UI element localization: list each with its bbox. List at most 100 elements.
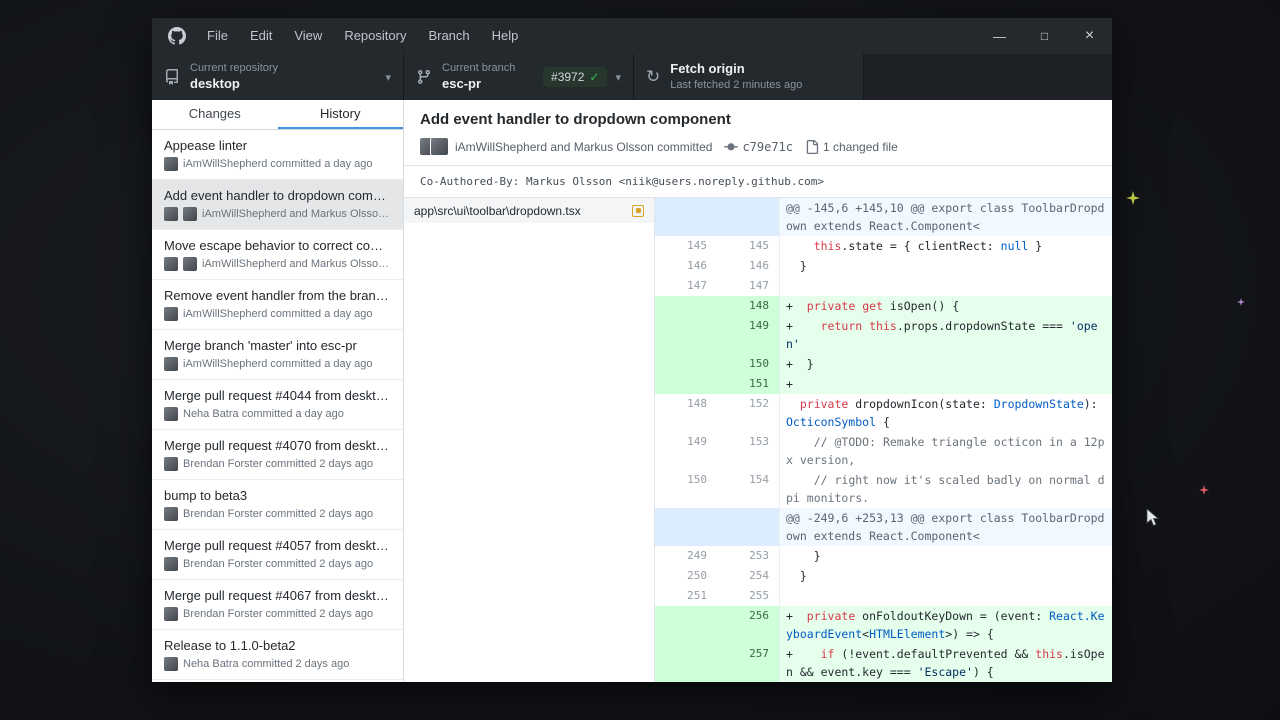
diff-new-line-number: 256	[717, 606, 779, 644]
diff-line-added: 256+ private onFoldoutKeyDown = (event: …	[655, 606, 1112, 644]
commit-title: Remove event handler from the branches..…	[164, 288, 391, 303]
repository-name: desktop	[190, 76, 377, 93]
diff-line-added: 148+ private get isOpen() {	[655, 296, 1112, 316]
commit-meta: iAmWillShepherd committed a day ago	[164, 157, 391, 171]
sidebar: Changes History Appease linter iAmWillShe…	[152, 100, 404, 682]
commit-meta: Neha Batra committed a day ago	[164, 407, 391, 421]
branch-selector[interactable]: Current branch esc-pr #3972 ✓ ▾	[404, 54, 634, 100]
avatar	[431, 138, 448, 155]
commit-meta-text: Brendan Forster committed 2 days ago	[183, 608, 373, 620]
commit-title: Appease linter	[164, 138, 391, 153]
commit-meta: Neha Batra committed 2 days ago	[164, 657, 391, 671]
close-button[interactable]: ×	[1067, 18, 1112, 54]
commit-meta-text: iAmWillShepherd committed a day ago	[183, 358, 373, 370]
diff-line-added: 150+ }	[655, 354, 1112, 374]
menu-edit[interactable]: Edit	[239, 18, 283, 54]
avatar	[183, 207, 197, 221]
commit-meta: Brendan Forster committed 2 days ago	[164, 507, 391, 521]
avatar	[164, 657, 178, 671]
diff-old-line-number	[655, 316, 717, 354]
commit-list-item[interactable]: Add event handler to dropdown compon... i…	[152, 180, 403, 230]
check-icon: ✓	[589, 70, 599, 84]
pr-status-badge[interactable]: #3972 ✓	[543, 67, 607, 87]
menu-help[interactable]: Help	[481, 18, 530, 54]
commit-meta: iAmWillShepherd committed a day ago	[164, 307, 391, 321]
diff-code-text: +	[779, 374, 1112, 394]
diff-new-line-number	[717, 508, 779, 546]
commit-title: Merge pull request #4044 from desktop/..…	[164, 388, 391, 403]
tab-history[interactable]: History	[278, 100, 404, 129]
repo-icon	[164, 69, 180, 85]
avatar	[183, 257, 197, 271]
avatar	[164, 607, 178, 621]
commit-list-item[interactable]: Merge pull request #4044 from desktop/..…	[152, 380, 403, 430]
diff-line-hunk: @@ -145,6 +145,10 @@ export class Toolba…	[655, 198, 1112, 236]
commit-list-item[interactable]: Merge pull request #4070 from desktop/..…	[152, 430, 403, 480]
commit-title: Add event handler to dropdown compon...	[164, 188, 391, 203]
commit-meta-text: iAmWillShepherd committed a day ago	[183, 158, 373, 170]
avatar	[164, 157, 178, 171]
diff-new-line-number: 257	[717, 644, 779, 682]
commit-list-item[interactable]: Move escape behavior to correct compo...…	[152, 230, 403, 280]
menu-repository[interactable]: Repository	[333, 18, 417, 54]
diff-new-line-number: 254	[717, 566, 779, 586]
diff-new-line-number: 145	[717, 236, 779, 256]
diff-code-text: + private onFoldoutKeyDown = (event: Rea…	[779, 606, 1112, 644]
tab-changes[interactable]: Changes	[152, 100, 278, 129]
diff-new-line-number: 152	[717, 394, 779, 432]
commit-list-item[interactable]: bump to beta3Brendan Forster committed 2…	[152, 480, 403, 530]
commit-meta: iAmWillShepherd and Markus Olsson co...	[164, 207, 391, 221]
commit-meta-text: Neha Batra committed a day ago	[183, 408, 344, 420]
changed-files-list: app\src\ui\toolbar\dropdown.tsx	[404, 198, 655, 682]
commit-list-item[interactable]: Remove event handler from the branches..…	[152, 280, 403, 330]
diff-new-line-number: 148	[717, 296, 779, 316]
modified-file-icon	[632, 205, 644, 217]
diff-new-line-number: 149	[717, 316, 779, 354]
diff-line-added: 151+	[655, 374, 1112, 394]
commit-history-list: Appease linter iAmWillShepherd committed …	[152, 130, 403, 682]
menu-view[interactable]: View	[283, 18, 333, 54]
fetch-text: Fetch origin Last fetched 2 minutes ago	[670, 61, 851, 92]
commit-list-item[interactable]: Release to 1.1.0-beta2Neha Batra committ…	[152, 630, 403, 680]
commit-list-item[interactable]: Appease linter iAmWillShepherd committed …	[152, 130, 403, 180]
menu-file[interactable]: File	[196, 18, 239, 54]
file-path: app\src\ui\toolbar\dropdown.tsx	[414, 204, 581, 218]
menu-branch[interactable]: Branch	[417, 18, 480, 54]
sync-icon: ↻	[646, 68, 660, 85]
commit-meta-text: Brendan Forster committed 2 days ago	[183, 558, 373, 570]
fetch-title: Fetch origin	[670, 61, 851, 78]
diff-line-context: 150154 // right now it's scaled badly on…	[655, 470, 1112, 508]
diff-new-line-number: 147	[717, 276, 779, 296]
changed-file-item[interactable]: app\src\ui\toolbar\dropdown.tsx	[404, 198, 654, 223]
diff-view[interactable]: @@ -145,6 +145,10 @@ export class Toolba…	[655, 198, 1112, 682]
avatar	[164, 507, 178, 521]
diff-line-context: 148152 private dropdownIcon(state: Dropd…	[655, 394, 1112, 432]
diff-old-line-number: 149	[655, 432, 717, 470]
commit-detail-title: Add event handler to dropdown component	[420, 111, 1096, 128]
diff-new-line-number: 255	[717, 586, 779, 606]
maximize-button[interactable]: □	[1022, 18, 1067, 54]
diff-new-line-number: 253	[717, 546, 779, 566]
diff-code-text: this.state = { clientRect: null }	[779, 236, 1112, 256]
fetch-origin-button[interactable]: ↻ Fetch origin Last fetched 2 minutes ag…	[634, 54, 864, 100]
commit-list-item[interactable]: Merge branch 'master' into esc-priAmWill…	[152, 330, 403, 380]
diff-old-line-number	[655, 374, 717, 394]
commit-meta: iAmWillShepherd and Markus Olsson co...	[164, 257, 391, 271]
diff-code-text: + return this.props.dropdownState === 'o…	[779, 316, 1112, 354]
commit-list-item[interactable]: Merge pull request #4057 from desktop/..…	[152, 530, 403, 580]
minimize-button[interactable]: —	[977, 18, 1022, 54]
diff-old-line-number	[655, 508, 717, 546]
commit-list-item[interactable]: Merge pull request #4067 from desktop/..…	[152, 580, 403, 630]
git-branch-icon	[416, 69, 432, 85]
diff-line-hunk: @@ -249,6 +253,13 @@ export class Toolba…	[655, 508, 1112, 546]
chevron-down-icon: ▾	[385, 71, 391, 84]
repository-selector[interactable]: Current repository desktop ▾	[152, 54, 404, 100]
titlebar: File Edit View Repository Branch Help — …	[152, 18, 1112, 54]
repository-text: Current repository desktop	[190, 61, 377, 92]
diff-code-text: + private get isOpen() {	[779, 296, 1112, 316]
github-desktop-window: File Edit View Repository Branch Help — …	[152, 18, 1112, 682]
commit-meta-text: iAmWillShepherd and Markus Olsson co...	[202, 208, 391, 220]
diff-code-text: // @TODO: Remake triangle octicon in a 1…	[779, 432, 1112, 470]
diff-line-added: 149+ return this.props.dropdownState ===…	[655, 316, 1112, 354]
diff-line-context: 149153 // @TODO: Remake triangle octicon…	[655, 432, 1112, 470]
